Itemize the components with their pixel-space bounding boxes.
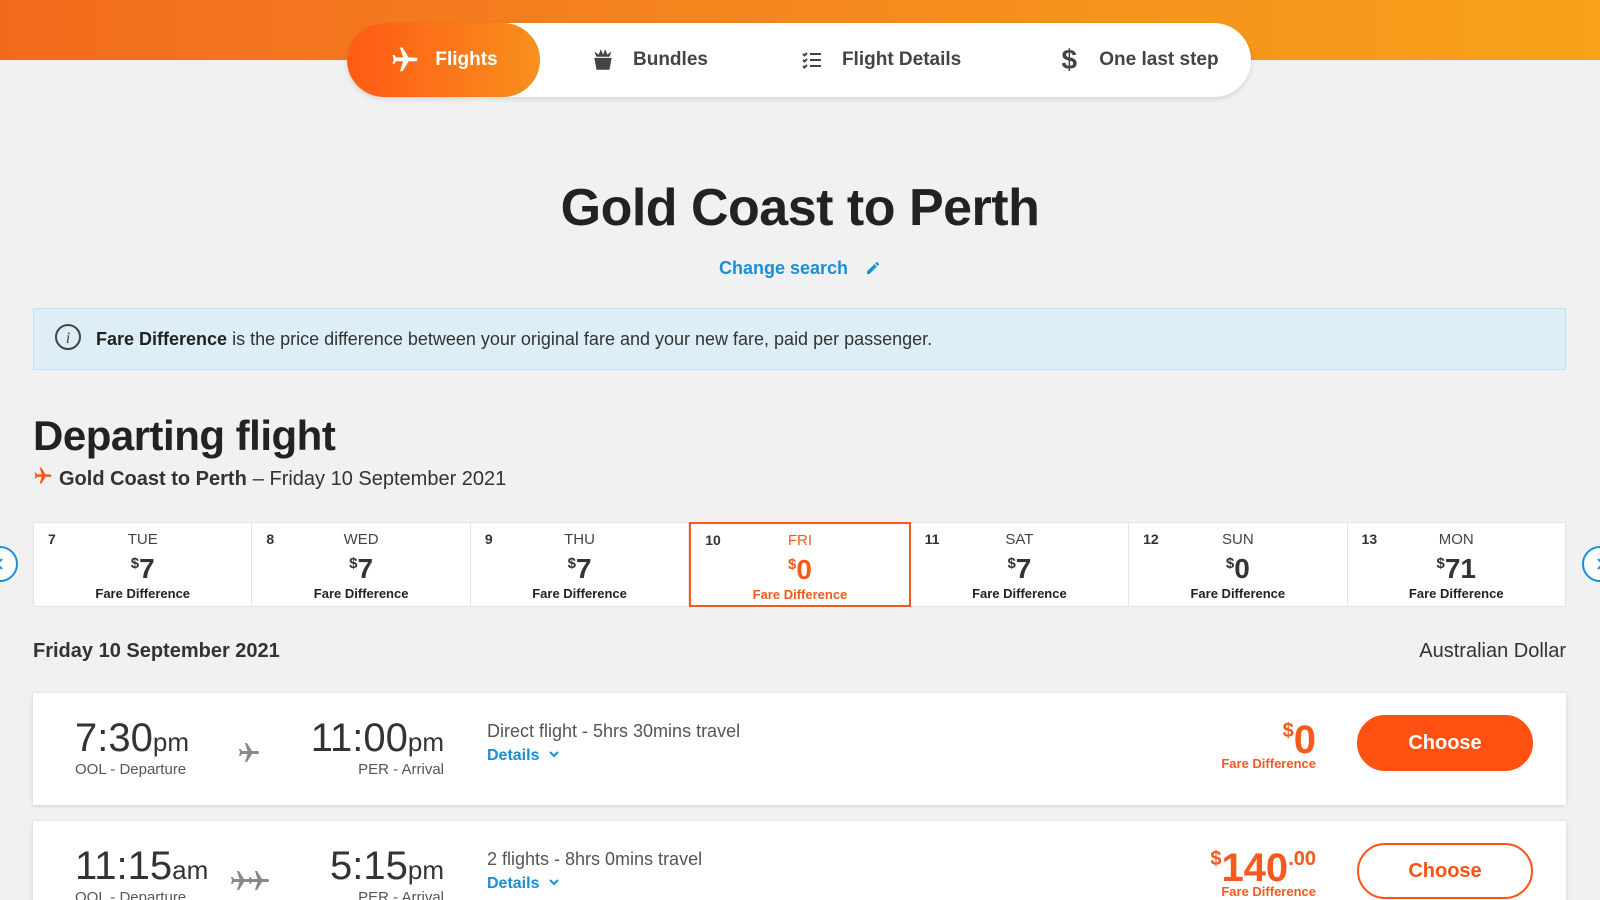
details-link[interactable]: Details	[487, 875, 560, 893]
date-number: 10	[705, 532, 721, 548]
chevron-down-icon	[549, 751, 559, 758]
date-option[interactable]: 9 THU $7 Fare Difference	[471, 523, 690, 606]
date-fare-label: Fare Difference	[752, 587, 848, 602]
plane-icon	[33, 466, 53, 492]
pencil-icon	[865, 260, 881, 281]
date-number: 7	[48, 531, 56, 547]
checklist-icon	[796, 44, 828, 76]
date-price: $71	[1436, 553, 1476, 584]
fare-price-label: Fare Difference	[1221, 884, 1316, 899]
date-weekday: THU	[564, 531, 595, 548]
date-price: $7	[567, 553, 592, 584]
date-weekday: MON	[1438, 531, 1474, 548]
step-label: Bundles	[633, 49, 708, 70]
date-fare-label: Fare Difference	[972, 586, 1067, 601]
date-fare-label: Fare Difference	[532, 586, 627, 601]
date-weekday: SAT	[1005, 531, 1034, 548]
step-one-last-step[interactable]: $ One last step	[1053, 23, 1218, 97]
date-fare-label: Fare Difference	[95, 586, 191, 601]
flight-result-card: 7:30pm OOL - Departure 11:00pm PER - Arr…	[33, 693, 1566, 805]
chevron-down-icon	[549, 879, 559, 886]
banner-body-text: is the price difference between your ori…	[227, 328, 933, 349]
date-option[interactable]: 12 SUN $0 Fare Difference	[1129, 523, 1348, 606]
date-option[interactable]: 13 MON $71 Fare Difference	[1348, 523, 1565, 606]
departing-flight-title: Departing flight	[33, 412, 336, 459]
banner-text: Fare Difference is the price difference …	[96, 329, 932, 350]
arrow-left-icon	[0, 558, 3, 570]
details-label: Details	[487, 875, 540, 892]
fare-price: $0	[1282, 718, 1316, 762]
date-price: $0	[1225, 553, 1250, 584]
change-search-label: Change search	[718, 258, 849, 278]
info-icon: i	[54, 323, 82, 356]
details-label: Details	[487, 747, 540, 764]
date-fare-label: Fare Difference	[313, 586, 409, 601]
departure-airport: OOL - Departure	[75, 889, 187, 900]
flight-description: Direct flight - 5hrs 30mins travel	[487, 721, 741, 741]
date-selector: 7 TUE $7 Fare Difference 8 WED $7 Fare D…	[33, 522, 1566, 607]
previous-dates-button[interactable]	[0, 546, 18, 582]
flight-description: 2 flights - 8hrs 0mins travel	[487, 849, 703, 869]
date-weekday: FRI	[787, 532, 813, 549]
date-weekday: WED	[343, 531, 379, 548]
date-price: $7	[1007, 553, 1032, 584]
date-option[interactable]: 7 TUE $7 Fare Difference	[34, 523, 253, 606]
results-date-heading: Friday 10 September 2021	[33, 640, 280, 662]
plane-icon	[389, 44, 421, 76]
arrival-airport: PER - Arrival	[358, 761, 444, 778]
step-flights[interactable]: Flights	[347, 23, 540, 97]
choose-button[interactable]: Choose	[1357, 715, 1533, 771]
date-fare-label: Fare Difference	[1408, 586, 1504, 601]
details-link[interactable]: Details	[487, 747, 560, 765]
step-label: One last step	[1099, 49, 1219, 70]
departure-time: 11:15am	[75, 844, 209, 888]
step-flight-details[interactable]: Flight Details	[796, 23, 961, 97]
flight-result-card: 11:15am OOL - Departure 5:15pm PER - Arr…	[33, 821, 1566, 900]
route-date: – Friday 10 September 2021	[252, 467, 507, 490]
departure-airport: OOL - Departure	[75, 761, 187, 778]
date-number: 13	[1361, 531, 1378, 547]
svg-text:i: i	[66, 330, 70, 347]
step-bundles[interactable]: Bundles	[587, 23, 708, 97]
arrival-time: 11:00pm	[310, 716, 444, 760]
booking-stepper: Flights Bundles Flight Details $ One las…	[347, 23, 1251, 97]
date-price: $7	[130, 553, 155, 584]
date-number: 8	[266, 531, 275, 547]
date-price: $0	[788, 554, 812, 585]
page-title: Gold Coast to Perth	[560, 179, 1040, 237]
dollar-icon: $	[1061, 44, 1078, 75]
change-search-link[interactable]: Change search	[0, 258, 1600, 281]
date-weekday: SUN	[1221, 531, 1254, 548]
date-number: 11	[924, 531, 940, 547]
fare-difference-banner: i Fare Difference is the price differenc…	[33, 308, 1566, 370]
date-price: $7	[349, 553, 374, 584]
next-dates-button[interactable]	[1582, 546, 1600, 582]
step-label: Flights	[435, 49, 498, 70]
choose-button[interactable]: Choose	[1357, 843, 1533, 899]
date-fare-label: Fare Difference	[1190, 586, 1286, 601]
departure-time: 7:30pm	[75, 716, 189, 760]
direct-flight-icon	[237, 741, 261, 770]
fare-price: $140.00	[1210, 846, 1316, 890]
date-option[interactable]: 11 SAT $7 Fare Difference	[911, 523, 1130, 606]
arrow-right-icon	[1597, 558, 1600, 570]
bundle-icon	[587, 44, 619, 76]
connecting-flight-icon	[229, 869, 273, 898]
banner-bold-text: Fare Difference	[96, 328, 228, 349]
step-label: Flight Details	[841, 49, 962, 70]
currency-label: Australian Dollar	[1419, 640, 1566, 662]
fare-price-label: Fare Difference	[1221, 756, 1316, 771]
date-number: 12	[1143, 531, 1159, 547]
date-option-selected[interactable]: 10 FRI $0 Fare Difference	[689, 522, 911, 607]
date-weekday: TUE	[127, 531, 158, 548]
date-option[interactable]: 8 WED $7 Fare Difference	[252, 523, 471, 606]
arrival-time: 5:15pm	[330, 844, 444, 888]
date-number: 9	[484, 531, 493, 547]
route-summary: Gold Coast to Perth – Friday 10 Septembe…	[33, 466, 506, 492]
route-name: Gold Coast to Perth	[59, 467, 247, 490]
arrival-airport: PER - Arrival	[358, 889, 444, 900]
